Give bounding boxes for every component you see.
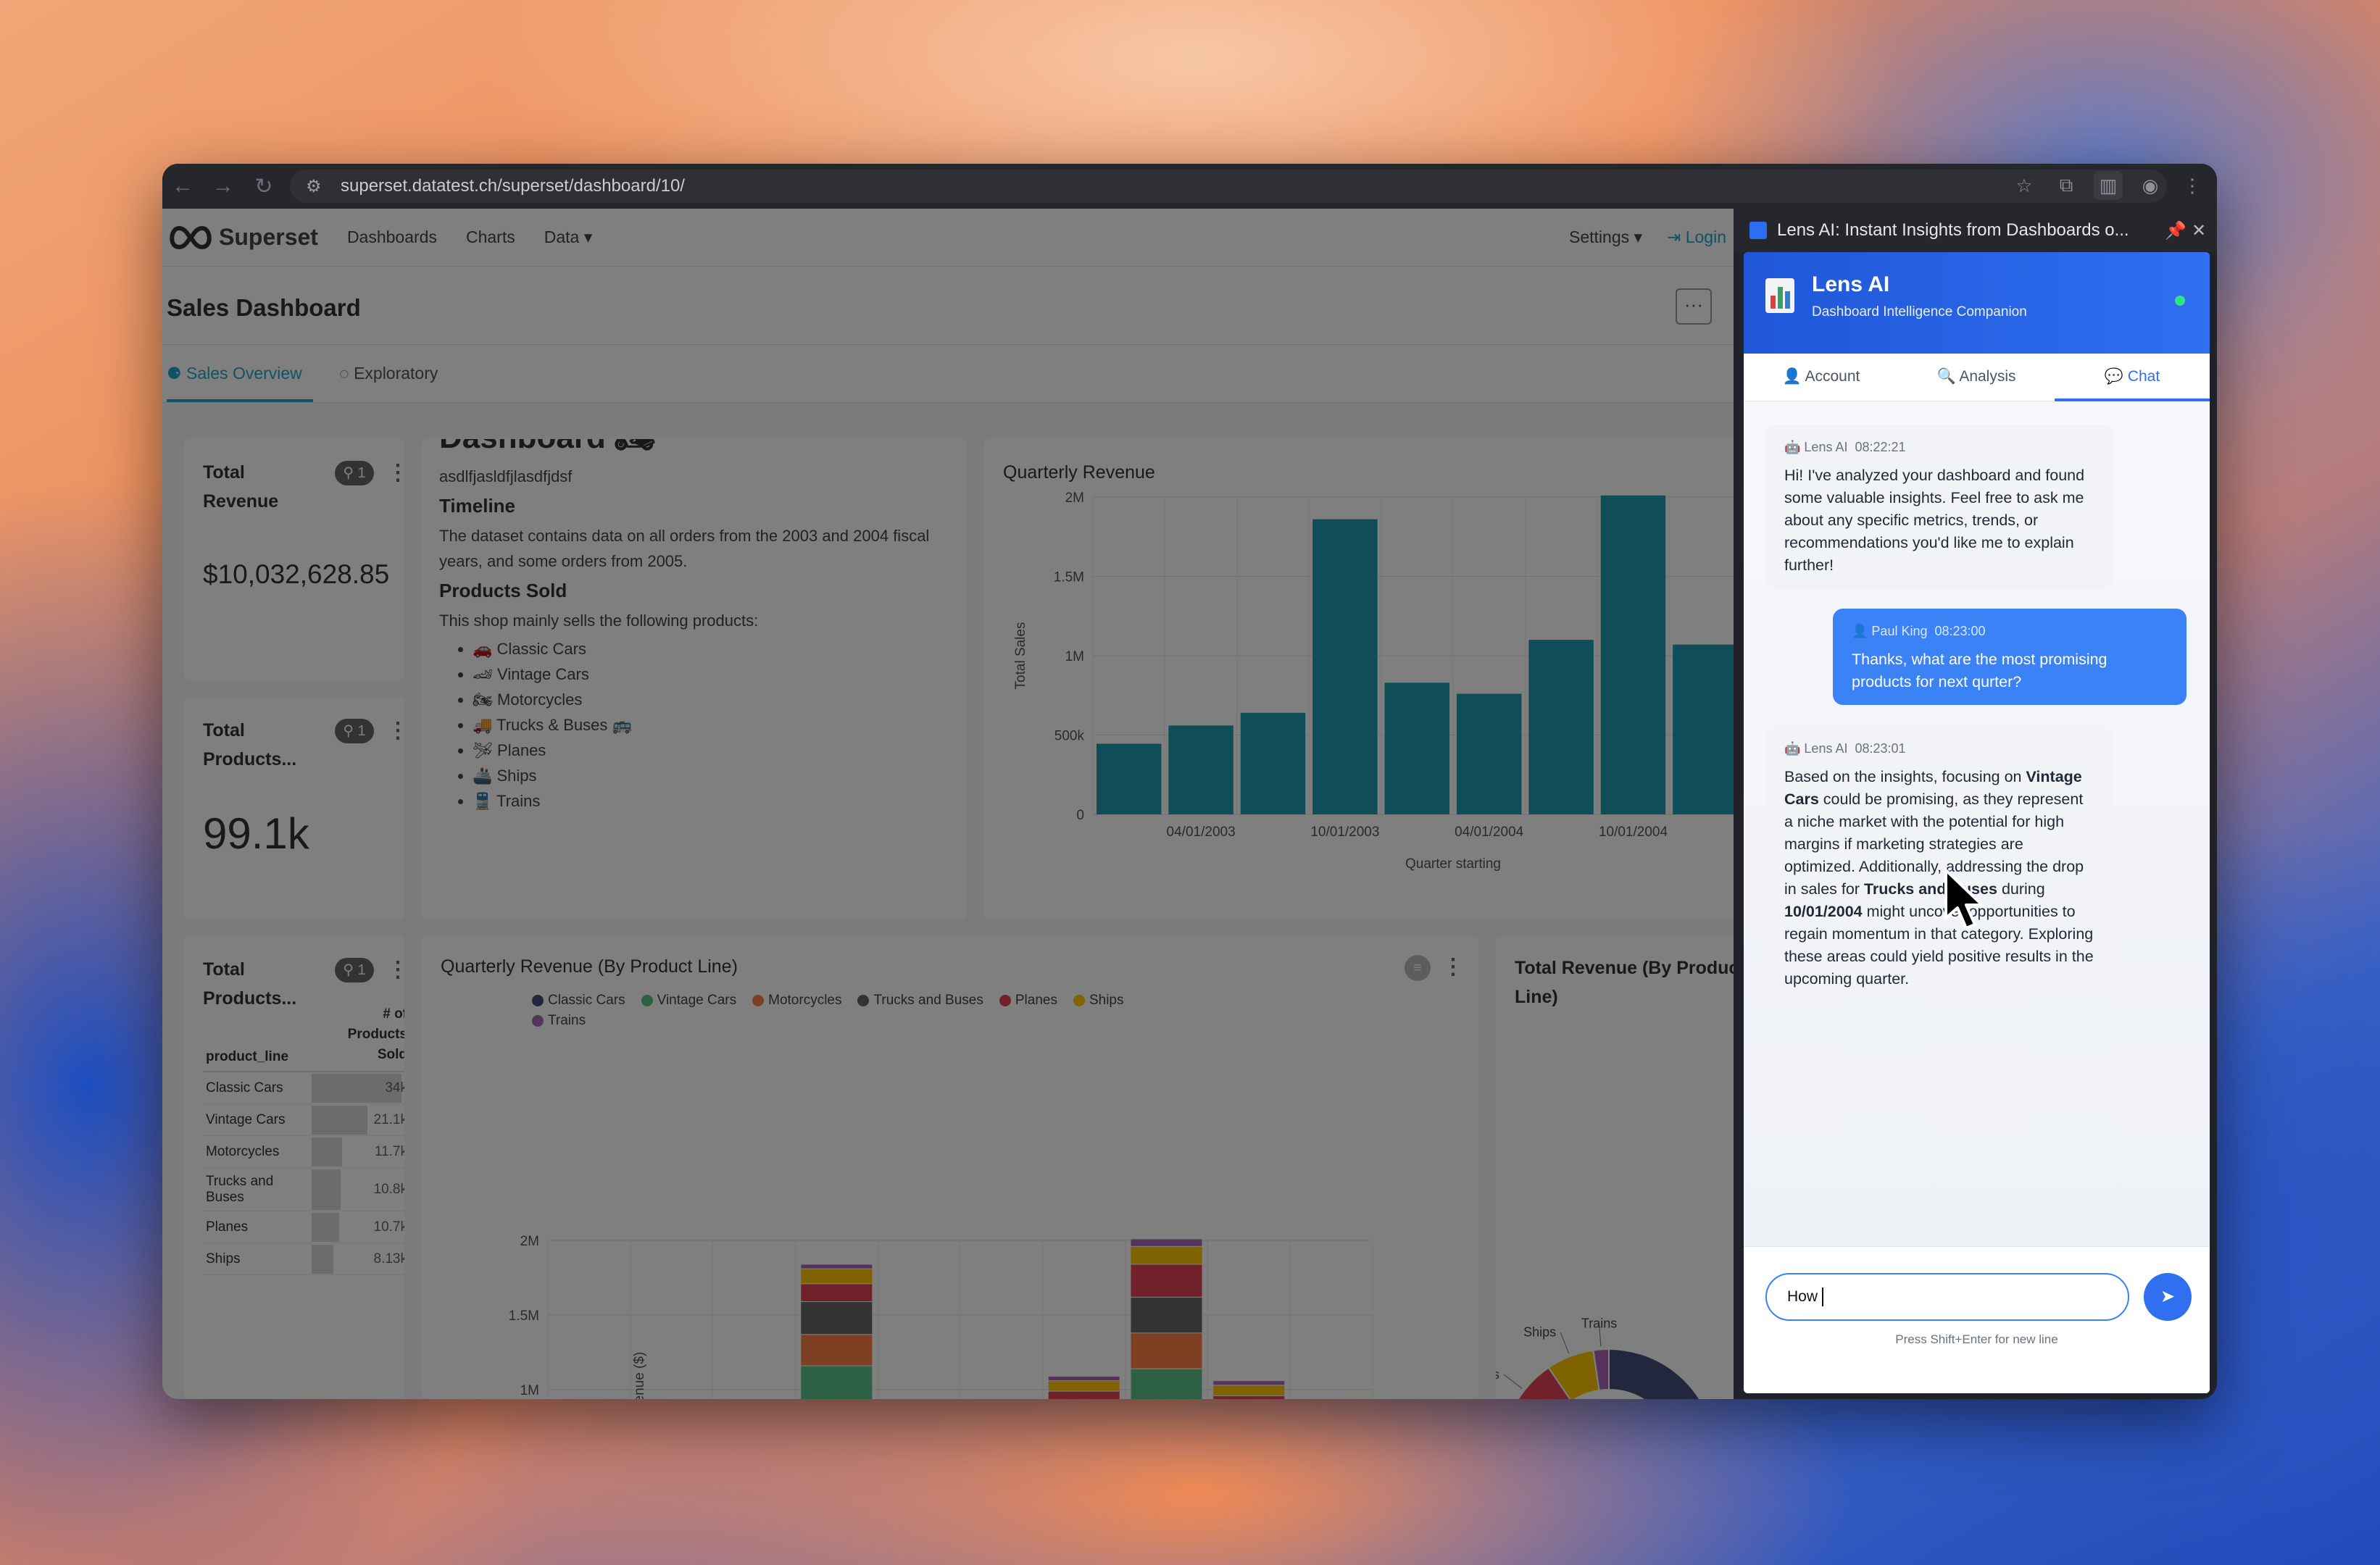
assistant-message: 🤖 Lens AI 08:23:01 Based on the insights… [1765,726,2113,1002]
chat-input-text: How [1787,1288,1822,1305]
bar-chart-icon [1765,278,1794,313]
user-icon: 👤 [1852,624,1872,638]
lens-title: Lens AI [1812,272,1890,296]
user-icon: 👤 [1782,368,1805,385]
chat-input[interactable]: How [1765,1273,2129,1321]
reload-icon[interactable]: ↻ [244,174,284,199]
address-bar[interactable]: ⚙ superset.datatest.ch/superset/dashboar… [290,170,2167,203]
browser-toolbar: ← → ↻ ⚙ superset.datatest.ch/superset/da… [162,164,2217,209]
tab-account[interactable]: 👤 Account [1744,368,1899,385]
message-meta: 🤖 Lens AI 08:23:01 [1784,738,2094,760]
bookmark-star-icon[interactable]: ☆ [2010,171,2039,200]
lens-header: Lens AI Dashboard Intelligence Companion [1744,252,2210,354]
message-text: Based on the insights, focusing on Vinta… [1784,766,2094,990]
text-part: during [1997,880,2045,898]
close-icon[interactable]: ✕ [2192,220,2206,241]
tab-chat[interactable]: 💬 Chat [2055,368,2210,385]
message-meta: 👤 Paul King 08:23:00 [1852,620,2168,643]
message-meta: 🤖 Lens AI 08:22:21 [1784,436,2094,459]
message-author: Lens AI [1804,741,1848,756]
extensions-icon[interactable]: ⧉ [2052,171,2081,200]
lens-ai-panel: Lens AI Dashboard Intelligence Companion… [1744,252,2210,1393]
send-button[interactable]: ➤ [2144,1273,2192,1321]
tab-label: Chat [2127,368,2160,385]
text-part: Based on the insights, focusing on [1784,768,2026,785]
input-hint: Press Shift+Enter for new line [1895,1332,2058,1346]
url-text: superset.datatest.ch/superset/dashboard/… [341,176,685,196]
browser-menu-icon[interactable]: ⋮ [2178,171,2207,200]
bot-icon: 🤖 [1784,741,1805,756]
assistant-message: 🤖 Lens AI 08:22:21 Hi! I've analyzed you… [1765,425,2113,588]
products-sold-cell: 10.7k [373,1219,404,1235]
mouse-pointer-icon [1944,869,1984,930]
message-time: 08:23:00 [1934,624,1986,638]
back-icon[interactable]: ← [162,174,203,199]
products-sold-cell: 10.8k [373,1181,404,1197]
message-time: 08:22:21 [1855,440,1906,454]
pin-icon[interactable]: 📌 [2165,220,2186,241]
chat-input-area: How ➤ Press Shift+Enter for new line [1744,1246,2210,1393]
lens-subtitle: Dashboard Intelligence Companion [1812,304,2027,320]
lens-tabs: 👤 Account 🔍 Analysis 💬 Chat [1744,354,2210,401]
forward-icon[interactable]: → [203,174,244,199]
tab-label: Account [1805,368,1860,385]
site-settings-icon[interactable]: ⚙ [306,176,322,197]
message-author: Lens AI [1804,440,1848,454]
message-time: 08:23:01 [1855,741,1906,756]
extension-favicon-icon [1749,222,1767,239]
extension-window-title: Lens AI: Instant Insights from Dashboard… [1777,220,2129,240]
message-text: Thanks, what are the most promising prod… [1852,651,2108,690]
toolbar-actions: ☆ ⧉ ▥ ◉ ⋮ [2010,171,2207,200]
chat-messages: 🤖 Lens AI 08:22:21 Hi! I've analyzed you… [1744,401,2210,1246]
user-message: 👤 Paul King 08:23:00 Thanks, what are th… [1833,609,2186,705]
side-panel-icon[interactable]: ▥ [2094,171,2123,200]
chat-bubble-icon: 💬 [2104,368,2128,385]
tab-analysis[interactable]: 🔍 Analysis [1899,368,2054,385]
products-sold-cell: 11.7k [374,1143,404,1159]
extension-titlebar: Lens AI: Instant Insights from Dashboard… [1734,209,2217,252]
highlight-date: 10/01/2004 [1784,903,1863,920]
products-sold-cell: 34k [385,1080,404,1096]
text-caret [1821,1288,1823,1307]
message-text: Hi! I've analyzed your dashboard and fou… [1784,467,2085,574]
bot-icon: 🤖 [1784,440,1805,454]
products-sold-cell: 8.13k [373,1251,404,1266]
magnifier-icon: 🔍 [1936,368,1960,385]
send-icon: ➤ [2160,1287,2176,1306]
browser-window: ← → ↻ ⚙ superset.datatest.ch/superset/da… [162,164,2217,1399]
online-status-indicator [2175,296,2185,306]
products-sold-cell: 21.1k [373,1111,404,1127]
tab-label: Analysis [1959,368,2016,385]
profile-icon[interactable]: ◉ [2136,171,2165,200]
message-author: Paul King [1871,624,1928,638]
